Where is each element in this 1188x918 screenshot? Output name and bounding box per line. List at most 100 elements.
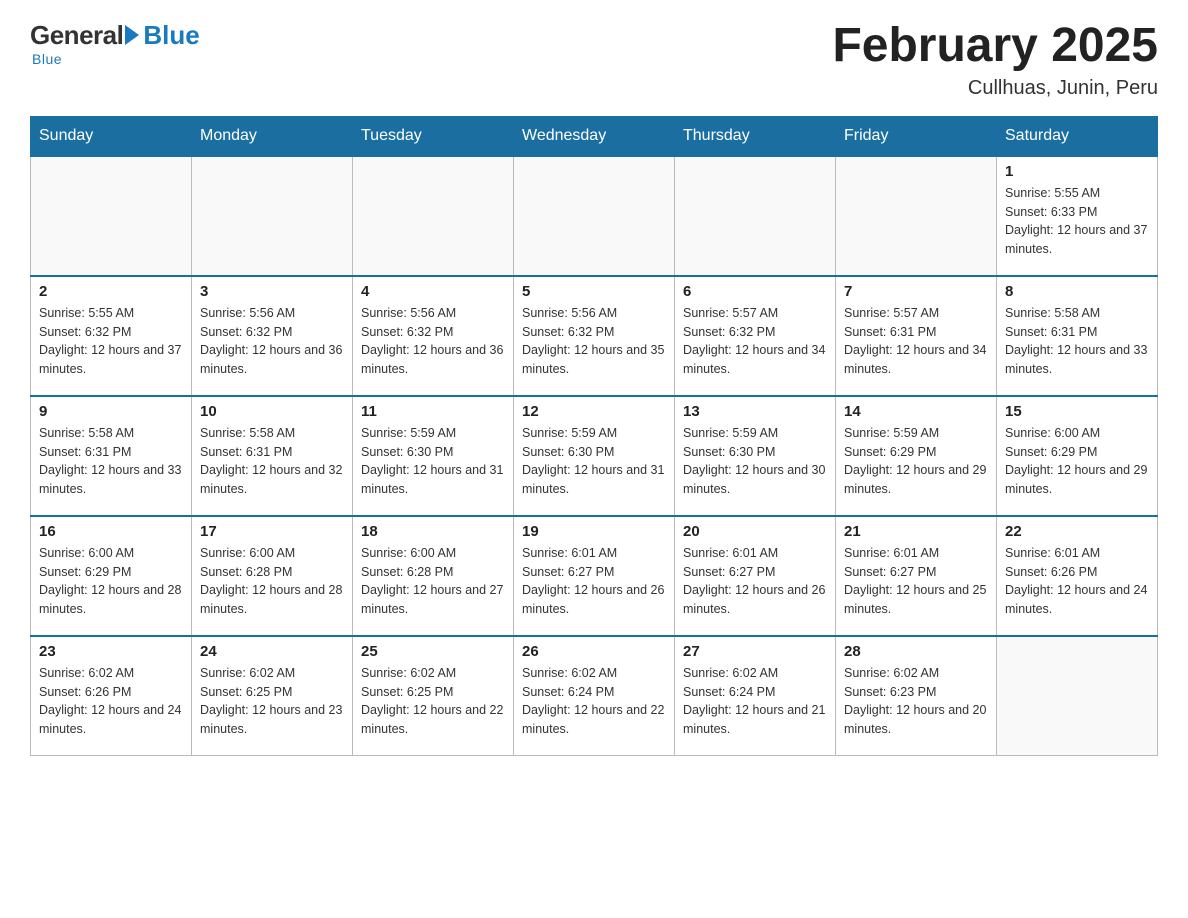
day-info: Sunrise: 5:55 AMSunset: 6:33 PMDaylight:… xyxy=(1005,184,1149,259)
day-info: Sunrise: 5:57 AMSunset: 6:31 PMDaylight:… xyxy=(844,304,988,379)
day-of-week-header: Friday xyxy=(836,116,997,156)
week-row: 1 Sunrise: 5:55 AMSunset: 6:33 PMDaylight… xyxy=(31,156,1158,276)
day-info: Sunrise: 6:00 AMSunset: 6:29 PMDaylight:… xyxy=(1005,424,1149,499)
day-info: Sunrise: 5:58 AMSunset: 6:31 PMDaylight:… xyxy=(39,424,183,499)
day-of-week-header: Saturday xyxy=(997,116,1158,156)
day-number: 9 xyxy=(39,403,183,420)
logo: General Blue Blue xyxy=(30,20,200,67)
calendar-cell xyxy=(353,156,514,276)
calendar-cell: 12 Sunrise: 5:59 AMSunset: 6:30 PMDayligh… xyxy=(514,396,675,516)
day-info: Sunrise: 6:02 AMSunset: 6:26 PMDaylight:… xyxy=(39,664,183,739)
day-number: 12 xyxy=(522,403,666,420)
location-subtitle: Cullhuas, Junin, Peru xyxy=(832,77,1158,100)
day-info: Sunrise: 6:00 AMSunset: 6:29 PMDaylight:… xyxy=(39,544,183,619)
calendar-cell: 5 Sunrise: 5:56 AMSunset: 6:32 PMDaylight… xyxy=(514,276,675,396)
calendar-cell: 2Sunrise: 5:55 AMSunset: 6:32 PMDaylight… xyxy=(31,276,192,396)
day-of-week-header: Thursday xyxy=(675,116,836,156)
day-number: 17 xyxy=(200,523,344,540)
calendar-cell: 22 Sunrise: 6:01 AMSunset: 6:26 PMDayligh… xyxy=(997,516,1158,636)
calendar-cell: 16 Sunrise: 6:00 AMSunset: 6:29 PMDayligh… xyxy=(31,516,192,636)
calendar-table: SundayMondayTuesdayWednesdayThursdayFrid… xyxy=(30,116,1158,757)
calendar-cell: 19 Sunrise: 6:01 AMSunset: 6:27 PMDayligh… xyxy=(514,516,675,636)
calendar-cell: 28 Sunrise: 6:02 AMSunset: 6:23 PMDayligh… xyxy=(836,636,997,756)
calendar-cell: 27 Sunrise: 6:02 AMSunset: 6:24 PMDayligh… xyxy=(675,636,836,756)
day-info: Sunrise: 5:58 AMSunset: 6:31 PMDaylight:… xyxy=(200,424,344,499)
calendar-cell: 8 Sunrise: 5:58 AMSunset: 6:31 PMDaylight… xyxy=(997,276,1158,396)
day-number: 7 xyxy=(844,283,988,300)
week-row: 16 Sunrise: 6:00 AMSunset: 6:29 PMDayligh… xyxy=(31,516,1158,636)
calendar-cell: 26 Sunrise: 6:02 AMSunset: 6:24 PMDayligh… xyxy=(514,636,675,756)
logo-blue-text: Blue xyxy=(143,20,199,51)
day-number: 16 xyxy=(39,523,183,540)
day-info: Sunrise: 6:02 AMSunset: 6:23 PMDaylight:… xyxy=(844,664,988,739)
calendar-cell xyxy=(192,156,353,276)
day-number: 28 xyxy=(844,643,988,660)
day-of-week-header: Monday xyxy=(192,116,353,156)
calendar-cell: 17 Sunrise: 6:00 AMSunset: 6:28 PMDayligh… xyxy=(192,516,353,636)
day-info: Sunrise: 5:59 AMSunset: 6:29 PMDaylight:… xyxy=(844,424,988,499)
calendar-cell: 6 Sunrise: 5:57 AMSunset: 6:32 PMDaylight… xyxy=(675,276,836,396)
day-info: Sunrise: 5:58 AMSunset: 6:31 PMDaylight:… xyxy=(1005,304,1149,379)
day-info: Sunrise: 5:59 AMSunset: 6:30 PMDaylight:… xyxy=(522,424,666,499)
day-number: 27 xyxy=(683,643,827,660)
day-number: 10 xyxy=(200,403,344,420)
day-number: 25 xyxy=(361,643,505,660)
day-number: 1 xyxy=(1005,163,1149,180)
day-number: 2 xyxy=(39,283,183,300)
calendar-cell: 24 Sunrise: 6:02 AMSunset: 6:25 PMDayligh… xyxy=(192,636,353,756)
calendar-cell: 20Sunrise: 6:01 AMSunset: 6:27 PMDayligh… xyxy=(675,516,836,636)
day-number: 24 xyxy=(200,643,344,660)
day-info: Sunrise: 6:01 AMSunset: 6:27 PMDaylight:… xyxy=(522,544,666,619)
day-info: Sunrise: 5:56 AMSunset: 6:32 PMDaylight:… xyxy=(361,304,505,379)
day-number: 20 xyxy=(683,523,827,540)
day-info: Sunrise: 6:02 AMSunset: 6:24 PMDaylight:… xyxy=(522,664,666,739)
day-info: Sunrise: 6:02 AMSunset: 6:24 PMDaylight:… xyxy=(683,664,827,739)
calendar-cell: 11Sunrise: 5:59 AMSunset: 6:30 PMDayligh… xyxy=(353,396,514,516)
day-number: 19 xyxy=(522,523,666,540)
day-info: Sunrise: 6:02 AMSunset: 6:25 PMDaylight:… xyxy=(361,664,505,739)
day-number: 18 xyxy=(361,523,505,540)
day-of-week-header: Wednesday xyxy=(514,116,675,156)
calendar-cell: 1 Sunrise: 5:55 AMSunset: 6:33 PMDaylight… xyxy=(997,156,1158,276)
day-number: 26 xyxy=(522,643,666,660)
day-number: 23 xyxy=(39,643,183,660)
day-number: 4 xyxy=(361,283,505,300)
calendar-cell: 4 Sunrise: 5:56 AMSunset: 6:32 PMDaylight… xyxy=(353,276,514,396)
day-number: 15 xyxy=(1005,403,1149,420)
day-number: 5 xyxy=(522,283,666,300)
day-info: Sunrise: 6:01 AMSunset: 6:26 PMDaylight:… xyxy=(1005,544,1149,619)
day-info: Sunrise: 5:59 AMSunset: 6:30 PMDaylight:… xyxy=(361,424,505,499)
calendar-header-row: SundayMondayTuesdayWednesdayThursdayFrid… xyxy=(31,116,1158,156)
logo-general-text: General xyxy=(30,20,123,51)
day-info: Sunrise: 6:00 AMSunset: 6:28 PMDaylight:… xyxy=(200,544,344,619)
calendar-cell xyxy=(31,156,192,276)
day-info: Sunrise: 5:56 AMSunset: 6:32 PMDaylight:… xyxy=(200,304,344,379)
logo-underline: Blue xyxy=(32,51,62,67)
calendar-cell: 13 Sunrise: 5:59 AMSunset: 6:30 PMDayligh… xyxy=(675,396,836,516)
day-info: Sunrise: 5:56 AMSunset: 6:32 PMDaylight:… xyxy=(522,304,666,379)
week-row: 2Sunrise: 5:55 AMSunset: 6:32 PMDaylight… xyxy=(31,276,1158,396)
calendar-cell xyxy=(836,156,997,276)
calendar-cell: 15 Sunrise: 6:00 AMSunset: 6:29 PMDayligh… xyxy=(997,396,1158,516)
week-row: 9 Sunrise: 5:58 AMSunset: 6:31 PMDaylight… xyxy=(31,396,1158,516)
calendar-cell xyxy=(514,156,675,276)
calendar-cell xyxy=(997,636,1158,756)
day-info: Sunrise: 5:57 AMSunset: 6:32 PMDaylight:… xyxy=(683,304,827,379)
day-info: Sunrise: 5:59 AMSunset: 6:30 PMDaylight:… xyxy=(683,424,827,499)
day-info: Sunrise: 6:02 AMSunset: 6:25 PMDaylight:… xyxy=(200,664,344,739)
week-row: 23 Sunrise: 6:02 AMSunset: 6:26 PMDayligh… xyxy=(31,636,1158,756)
calendar-cell: 23 Sunrise: 6:02 AMSunset: 6:26 PMDayligh… xyxy=(31,636,192,756)
day-number: 13 xyxy=(683,403,827,420)
calendar-cell: 21 Sunrise: 6:01 AMSunset: 6:27 PMDayligh… xyxy=(836,516,997,636)
day-number: 21 xyxy=(844,523,988,540)
page-header: General Blue Blue February 2025 Cullhuas… xyxy=(30,20,1158,100)
day-info: Sunrise: 6:01 AMSunset: 6:27 PMDaylight:… xyxy=(844,544,988,619)
logo-triangle-icon xyxy=(125,25,139,45)
day-number: 6 xyxy=(683,283,827,300)
day-number: 22 xyxy=(1005,523,1149,540)
day-info: Sunrise: 6:00 AMSunset: 6:28 PMDaylight:… xyxy=(361,544,505,619)
day-number: 3 xyxy=(200,283,344,300)
day-number: 8 xyxy=(1005,283,1149,300)
day-of-week-header: Tuesday xyxy=(353,116,514,156)
calendar-cell: 3 Sunrise: 5:56 AMSunset: 6:32 PMDaylight… xyxy=(192,276,353,396)
